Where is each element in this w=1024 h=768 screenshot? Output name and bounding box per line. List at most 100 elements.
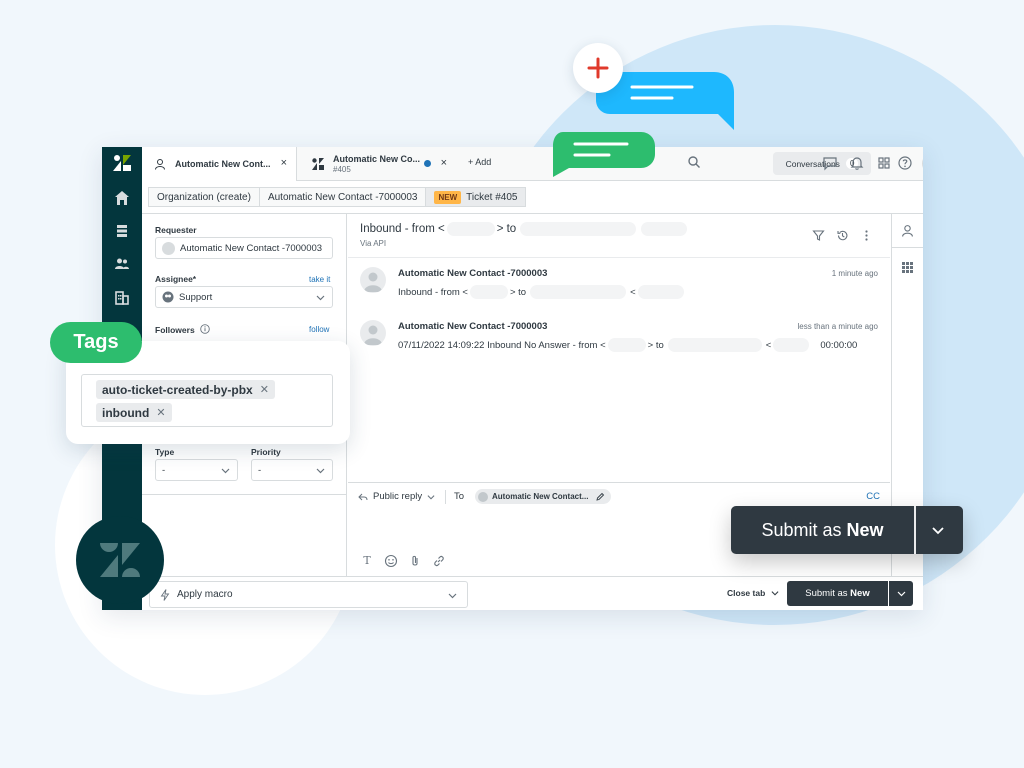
breadcrumb-ticket-label: Ticket #405 xyxy=(466,191,518,203)
call-duration: 00:00:00 xyxy=(820,339,858,351)
follow-link[interactable]: follow xyxy=(309,325,329,334)
message-author[interactable]: Automatic New Contact -7000003 xyxy=(398,321,547,332)
redacted-number xyxy=(667,338,762,352)
ticket-subject: Inbound - from < > to xyxy=(360,222,688,236)
organizations-icon[interactable] xyxy=(114,289,130,305)
requester-avatar xyxy=(162,241,175,255)
user-avatar[interactable] xyxy=(922,153,923,174)
redacted-number xyxy=(641,222,688,236)
reply-arrow-icon xyxy=(358,493,368,500)
chevron-down-icon xyxy=(897,591,906,597)
tab-requester[interactable]: Automatic New Cont... × xyxy=(142,147,297,181)
chat-icon[interactable] xyxy=(822,155,838,171)
more-options-icon[interactable] xyxy=(860,229,873,242)
emoji-icon[interactable] xyxy=(384,554,398,568)
lightning-icon xyxy=(160,588,170,601)
channel-label: Via API xyxy=(360,239,387,248)
requester-value: Automatic New Contact -7000003 xyxy=(180,242,323,254)
redacted-number xyxy=(607,338,646,352)
link-icon[interactable] xyxy=(432,554,446,568)
zendesk-logo-icon[interactable] xyxy=(113,155,131,171)
cc-link[interactable]: CC xyxy=(866,491,880,502)
group-icon xyxy=(162,291,174,303)
tags-pill: Tags xyxy=(50,322,142,363)
redacted-number xyxy=(469,285,508,299)
recipient-avatar xyxy=(478,491,488,502)
priority-value: - xyxy=(258,464,262,476)
tab-ticket-number: #405 xyxy=(333,165,351,174)
divider xyxy=(914,506,916,554)
top-bar: Automatic New Cont... × Automatic New Co… xyxy=(142,147,923,181)
assignee-select[interactable]: Support xyxy=(155,286,333,308)
home-icon[interactable] xyxy=(114,190,130,206)
conversation-message: Automatic New Contact -7000003 less than… xyxy=(360,320,878,360)
breadcrumb-organization[interactable]: Organization (create) xyxy=(148,187,260,207)
chevron-down-icon xyxy=(427,494,435,500)
chevron-down-icon[interactable] xyxy=(929,522,947,538)
take-it-link[interactable]: take it xyxy=(309,275,330,284)
text-format-icon[interactable]: T xyxy=(360,554,374,568)
type-select[interactable]: - xyxy=(155,459,238,481)
add-tab-button[interactable]: + Add xyxy=(468,157,491,167)
user-profile-icon[interactable] xyxy=(901,224,914,237)
add-icon xyxy=(573,43,623,93)
ticket-footer: Apply macro Close tab Submit as New xyxy=(142,576,923,610)
redacted-number xyxy=(773,338,810,352)
submit-options-button[interactable] xyxy=(889,581,913,606)
ticket-icon xyxy=(312,158,324,170)
zendesk-badge xyxy=(76,516,164,604)
breadcrumb-ticket[interactable]: NEW Ticket #405 xyxy=(425,187,527,207)
type-label: Type xyxy=(155,447,175,457)
info-icon[interactable] xyxy=(200,324,210,334)
priority-label: Priority xyxy=(251,447,281,457)
type-value: - xyxy=(162,464,166,476)
unsaved-dot xyxy=(424,160,431,167)
remove-tag-icon[interactable]: ✕ xyxy=(260,383,269,396)
assignee-value: Support xyxy=(179,291,213,303)
assignee-label: Assignee* xyxy=(155,274,197,284)
tab-close-icon[interactable]: × xyxy=(281,157,287,169)
reply-type-dropdown[interactable]: Public reply xyxy=(358,491,435,502)
tab-close-icon[interactable]: × xyxy=(441,157,447,169)
priority-select[interactable]: - xyxy=(251,459,333,481)
submit-button-callout[interactable]: Submit as New xyxy=(731,506,963,554)
redacted-number xyxy=(446,222,495,236)
redacted-number xyxy=(637,285,684,299)
submit-label: Submit as New xyxy=(761,519,884,540)
tag-chip[interactable]: auto-ticket-created-by-pbx ✕ xyxy=(96,380,275,399)
author-avatar xyxy=(360,267,386,293)
tab-title: Automatic New Co... xyxy=(333,154,421,164)
requester-field[interactable]: Automatic New Contact -7000003 xyxy=(155,237,333,259)
edit-pencil-icon[interactable] xyxy=(595,492,605,502)
close-tab-dropdown[interactable]: Close tab xyxy=(727,588,779,598)
help-icon[interactable] xyxy=(897,155,913,171)
search-icon[interactable] xyxy=(687,155,701,169)
apps-grid-icon[interactable] xyxy=(902,262,913,273)
apps-grid-icon[interactable] xyxy=(876,155,892,171)
views-icon[interactable] xyxy=(114,223,130,239)
avatar-person-icon xyxy=(364,325,382,345)
chat-bubble-icon xyxy=(553,132,655,177)
tag-chip[interactable]: inbound ✕ xyxy=(96,403,172,422)
attachment-icon[interactable] xyxy=(408,554,422,568)
redacted-number xyxy=(530,285,627,299)
remove-tag-icon[interactable]: ✕ xyxy=(156,406,165,419)
apply-macro-select[interactable]: Apply macro xyxy=(149,581,468,608)
breadcrumb: Organization (create) Automatic New Cont… xyxy=(148,187,527,207)
breadcrumb-contact[interactable]: Automatic New Contact -7000003 xyxy=(258,187,427,207)
redacted-number xyxy=(520,222,637,236)
message-author[interactable]: Automatic New Contact -7000003 xyxy=(398,268,547,279)
divider xyxy=(892,247,923,248)
message-body: 07/11/2022 14:09:22 Inbound No Answer - … xyxy=(398,338,858,352)
history-icon[interactable] xyxy=(836,229,849,242)
filter-icon[interactable] xyxy=(812,229,825,242)
message-body: Inbound - from < > to < xyxy=(398,285,684,299)
notifications-bell-icon[interactable] xyxy=(849,155,865,171)
tags-input[interactable]: auto-ticket-created-by-pbx ✕ inbound ✕ xyxy=(81,374,333,427)
recipient-chip[interactable]: Automatic New Contact... xyxy=(475,489,612,504)
user-icon xyxy=(155,159,165,170)
tab-ticket[interactable]: Automatic New Co... #405 × xyxy=(298,147,456,181)
conversation-pane: Inbound - from < > to Via API Automatic … xyxy=(348,214,890,482)
submit-button[interactable]: Submit as New xyxy=(787,581,888,606)
customers-icon[interactable] xyxy=(114,256,130,272)
